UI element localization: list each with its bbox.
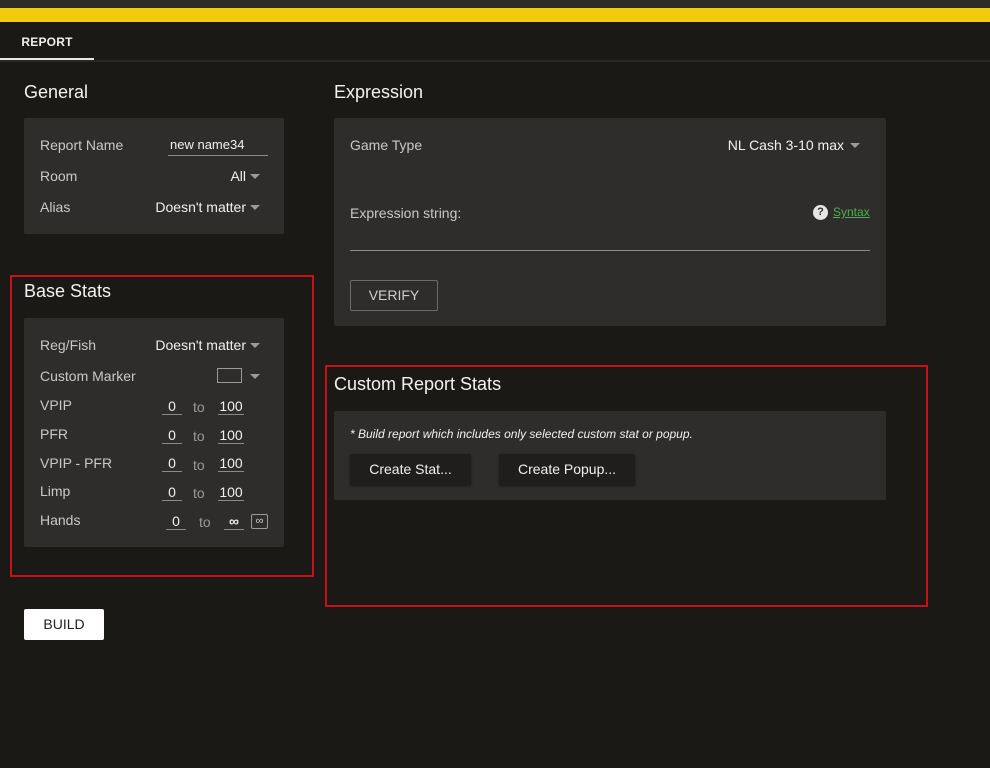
chevron-down-icon	[250, 174, 260, 179]
vpip-min-input[interactable]: 0	[162, 398, 182, 415]
syntax-link[interactable]: Syntax	[833, 205, 870, 219]
report-name-label: Report Name	[40, 137, 124, 153]
alias-label: Alias	[40, 199, 71, 215]
hands-max-input[interactable]: ∞	[224, 513, 244, 530]
limp-to-label: to	[193, 485, 205, 501]
expression-input[interactable]	[350, 226, 870, 251]
game-type-label: Game Type	[350, 137, 423, 153]
verify-button[interactable]: VERIFY	[350, 280, 438, 311]
base-stats-heading: Base Stats	[24, 281, 112, 301]
chevron-down-icon	[250, 374, 260, 379]
expression-heading: Expression	[334, 82, 424, 102]
custom-marker-label: Custom Marker	[40, 368, 136, 384]
create-popup-button[interactable]: Create Popup...	[499, 454, 635, 485]
pfr-min-input[interactable]: 0	[162, 427, 182, 444]
room-label: Room	[40, 168, 78, 184]
hands-to-label: to	[199, 514, 211, 530]
tab-report[interactable]: REPORT	[0, 22, 94, 60]
vpip-to-label: to	[193, 399, 205, 415]
general-panel: Report Name new name34 Room All Alias Do…	[24, 118, 284, 234]
vpip-max-input[interactable]: 100	[218, 398, 244, 415]
custom-report-note: * Build report which includes only selec…	[350, 427, 693, 441]
alias-select[interactable]: Doesn't matter	[144, 197, 274, 217]
build-button[interactable]: BUILD	[24, 609, 104, 640]
accent-bar	[0, 8, 990, 22]
custom-report-stats-panel: * Build report which includes only selec…	[334, 411, 886, 500]
chevron-down-icon	[850, 143, 860, 148]
color-swatch	[217, 368, 242, 383]
game-type-value: NL Cash 3-10 max	[727, 137, 844, 153]
base-stats-panel: Reg/Fish Doesn't matter Custom Marker VP…	[24, 318, 284, 547]
game-type-select[interactable]: NL Cash 3-10 max	[694, 135, 870, 155]
room-select[interactable]: All	[174, 166, 274, 186]
regfish-select[interactable]: Doesn't matter	[144, 335, 274, 355]
expression-string-label: Expression string:	[350, 205, 462, 221]
limp-max-input[interactable]: 100	[218, 484, 244, 501]
report-name-value: new name34	[170, 137, 245, 152]
alias-value: Doesn't matter	[155, 199, 246, 215]
tab-strip: REPORT	[0, 22, 990, 62]
vpip-pfr-max-input[interactable]: 100	[218, 455, 244, 472]
pfr-label: PFR	[40, 426, 68, 442]
chevron-down-icon	[250, 343, 260, 348]
custom-report-stats-heading: Custom Report Stats	[334, 374, 502, 394]
vpip-pfr-label: VPIP - PFR	[40, 455, 113, 471]
room-value: All	[230, 168, 246, 184]
regfish-value: Doesn't matter	[155, 337, 246, 353]
limp-label: Limp	[40, 483, 71, 499]
create-stat-button[interactable]: Create Stat...	[350, 454, 471, 485]
window-top-strip	[0, 0, 990, 8]
vpip-label: VPIP	[40, 397, 72, 413]
infinity-icon[interactable]: ∞	[251, 514, 268, 529]
hands-min-input[interactable]: 0	[166, 513, 186, 530]
help-icon[interactable]: ?	[813, 205, 828, 220]
hands-label: Hands	[40, 512, 81, 528]
pfr-max-input[interactable]: 100	[218, 427, 244, 444]
custom-marker-select[interactable]	[214, 366, 274, 386]
report-name-input[interactable]: new name34	[168, 137, 268, 156]
regfish-label: Reg/Fish	[40, 337, 97, 353]
chevron-down-icon	[250, 205, 260, 210]
limp-min-input[interactable]: 0	[162, 484, 182, 501]
general-heading: General	[24, 82, 89, 102]
pfr-to-label: to	[193, 428, 205, 444]
vpip-pfr-min-input[interactable]: 0	[162, 455, 182, 472]
expression-panel: Game Type NL Cash 3-10 max Expression st…	[334, 118, 886, 326]
vpip-pfr-to-label: to	[193, 457, 205, 473]
